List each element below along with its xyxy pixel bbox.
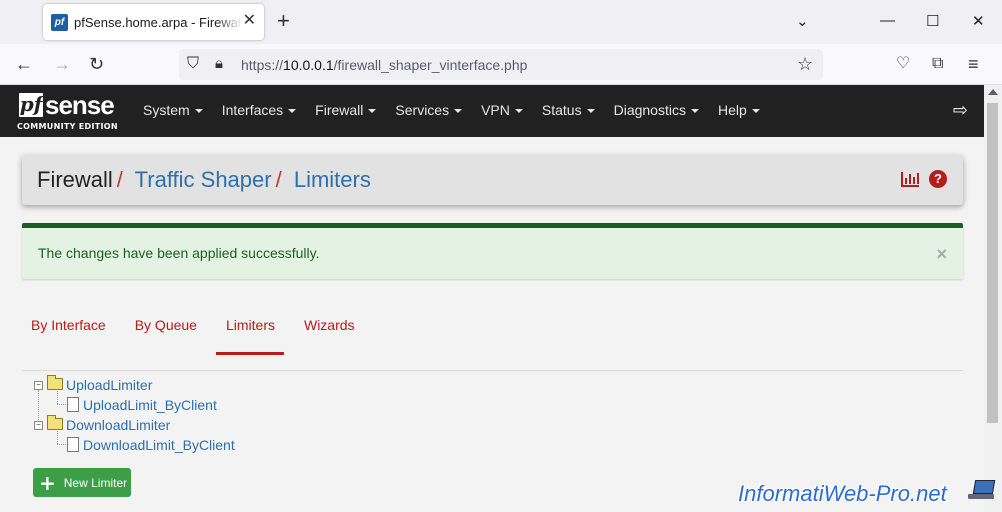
- menu-diagnostics[interactable]: Diagnostics: [614, 102, 699, 118]
- tab-title: pfSense.home.arpa - Firewall: Traffic Sh…: [74, 14, 242, 30]
- breadcrumb-separator: /: [275, 167, 282, 192]
- back-icon[interactable]: ←: [15, 54, 33, 74]
- new-limiter-label: New Limiter: [63, 475, 128, 490]
- tree-node-label[interactable]: DownloadLimiter: [66, 417, 170, 433]
- alert-message: The changes have been applied successful…: [38, 245, 320, 261]
- caret-down-icon: [288, 109, 297, 114]
- breadcrumb-separator: /: [116, 167, 123, 192]
- url-text[interactable]: https://10.0.0.1/firewall_shaper_vinterf…: [241, 57, 527, 73]
- shaper-tabs: By Interface By Queue Limiters Wizards: [22, 317, 375, 355]
- reload-icon[interactable]: ↻: [89, 54, 104, 74]
- tree-node-label[interactable]: UploadLimit_ByClient: [83, 397, 217, 413]
- shield-icon[interactable]: ⛉: [187, 54, 199, 74]
- logout-icon[interactable]: ⇨: [953, 101, 968, 119]
- tab-by-queue[interactable]: By Queue: [126, 317, 197, 355]
- folder-open-icon: [47, 375, 63, 390]
- extensions-icon[interactable]: ⧉: [932, 54, 943, 74]
- menu-vpn[interactable]: VPN: [481, 102, 523, 118]
- document-icon: [67, 437, 79, 452]
- app-menu-icon[interactable]: ≡: [968, 54, 979, 74]
- menu-services[interactable]: Services: [395, 102, 463, 118]
- caret-down-icon: [586, 109, 595, 114]
- close-tab-icon[interactable]: ✕: [243, 13, 256, 29]
- caret-down-icon: [514, 109, 523, 114]
- menu-help[interactable]: Help: [718, 102, 760, 118]
- laptop-logo-icon: [968, 480, 996, 502]
- caret-down-icon: [454, 109, 463, 114]
- minimize-icon[interactable]: —: [880, 12, 895, 29]
- page-title: Firewall / Traffic Shaper / Limiters: [37, 167, 371, 193]
- browser-navbar: ← → ↻ ⛉ 🔒︎ https://10.0.0.1/firewall_sha…: [0, 44, 1002, 85]
- caret-down-icon: [368, 109, 377, 114]
- maximize-icon[interactable]: ☐: [926, 12, 939, 30]
- tree-connector: [57, 404, 66, 405]
- browser-tabstrip: pf pfSense.home.arpa - Firewall: Traffic…: [0, 0, 1002, 44]
- collapse-icon[interactable]: −: [34, 421, 43, 430]
- pocket-icon[interactable]: ♡: [896, 54, 910, 74]
- main-menu: System Interfaces Firewall Services VPN …: [143, 102, 779, 118]
- tree-node-label[interactable]: DownloadLimit_ByClient: [83, 437, 235, 453]
- breadcrumb-firewall: Firewall: [37, 167, 113, 192]
- tree-connector: [57, 391, 58, 404]
- caret-down-icon: [751, 109, 760, 114]
- page-content: Firewall / Traffic Shaper / Limiters ? The…: [0, 137, 984, 512]
- tabs-divider: [22, 370, 963, 371]
- scrollbar-thumb[interactable]: [987, 103, 998, 423]
- caret-down-icon: [194, 109, 203, 114]
- browser-tab[interactable]: pf pfSense.home.arpa - Firewall: Traffic…: [43, 4, 264, 40]
- menu-firewall[interactable]: Firewall: [315, 102, 377, 118]
- tree-node-label[interactable]: UploadLimiter: [66, 377, 152, 393]
- new-tab-icon[interactable]: +: [277, 10, 290, 32]
- menu-interfaces[interactable]: Interfaces: [222, 102, 297, 118]
- breadcrumb-limiters[interactable]: Limiters: [294, 167, 371, 192]
- document-icon: [67, 397, 79, 412]
- caret-down-icon: [690, 109, 699, 114]
- address-bar[interactable]: ⛉ 🔒︎ https://10.0.0.1/firewall_shaper_vi…: [179, 49, 823, 80]
- menu-system[interactable]: System: [143, 102, 203, 118]
- forward-icon[interactable]: →: [53, 54, 71, 74]
- breadcrumb-traffic-shaper[interactable]: Traffic Shaper: [135, 167, 272, 192]
- pfsense-favicon-icon: pf: [51, 13, 68, 31]
- tree-connector: [57, 444, 66, 445]
- success-alert: The changes have been applied successful…: [22, 223, 963, 279]
- pfsense-header: pf sense COMMUNITY EDITION System Interf…: [0, 85, 984, 137]
- close-window-icon[interactable]: ✕: [972, 12, 985, 30]
- tab-list-chevron-icon[interactable]: ⌄: [796, 12, 809, 30]
- menu-status[interactable]: Status: [542, 102, 595, 118]
- help-icon[interactable]: ?: [929, 170, 947, 188]
- tree-connector: [57, 431, 58, 444]
- folder-open-icon: [47, 415, 63, 430]
- bar-chart-icon[interactable]: [901, 172, 919, 187]
- tab-wizards[interactable]: Wizards: [295, 317, 355, 355]
- bookmark-star-icon[interactable]: ☆: [797, 54, 813, 74]
- page-scrollbar[interactable]: [984, 85, 1002, 512]
- lock-icon[interactable]: 🔒︎: [215, 54, 223, 74]
- breadcrumb: Firewall / Traffic Shaper / Limiters ?: [22, 155, 963, 205]
- plus-icon: +: [39, 470, 56, 495]
- tab-by-interface[interactable]: By Interface: [22, 317, 106, 355]
- watermark-text: InformatiWeb-Pro.net: [738, 481, 947, 506]
- scroll-up-icon[interactable]: [988, 89, 998, 95]
- pfsense-logo[interactable]: pf sense COMMUNITY EDITION: [17, 90, 127, 134]
- tab-limiters[interactable]: Limiters: [215, 317, 285, 355]
- alert-close-icon[interactable]: ×: [936, 244, 947, 265]
- collapse-icon[interactable]: −: [34, 381, 43, 390]
- new-limiter-button[interactable]: + New Limiter: [33, 468, 131, 497]
